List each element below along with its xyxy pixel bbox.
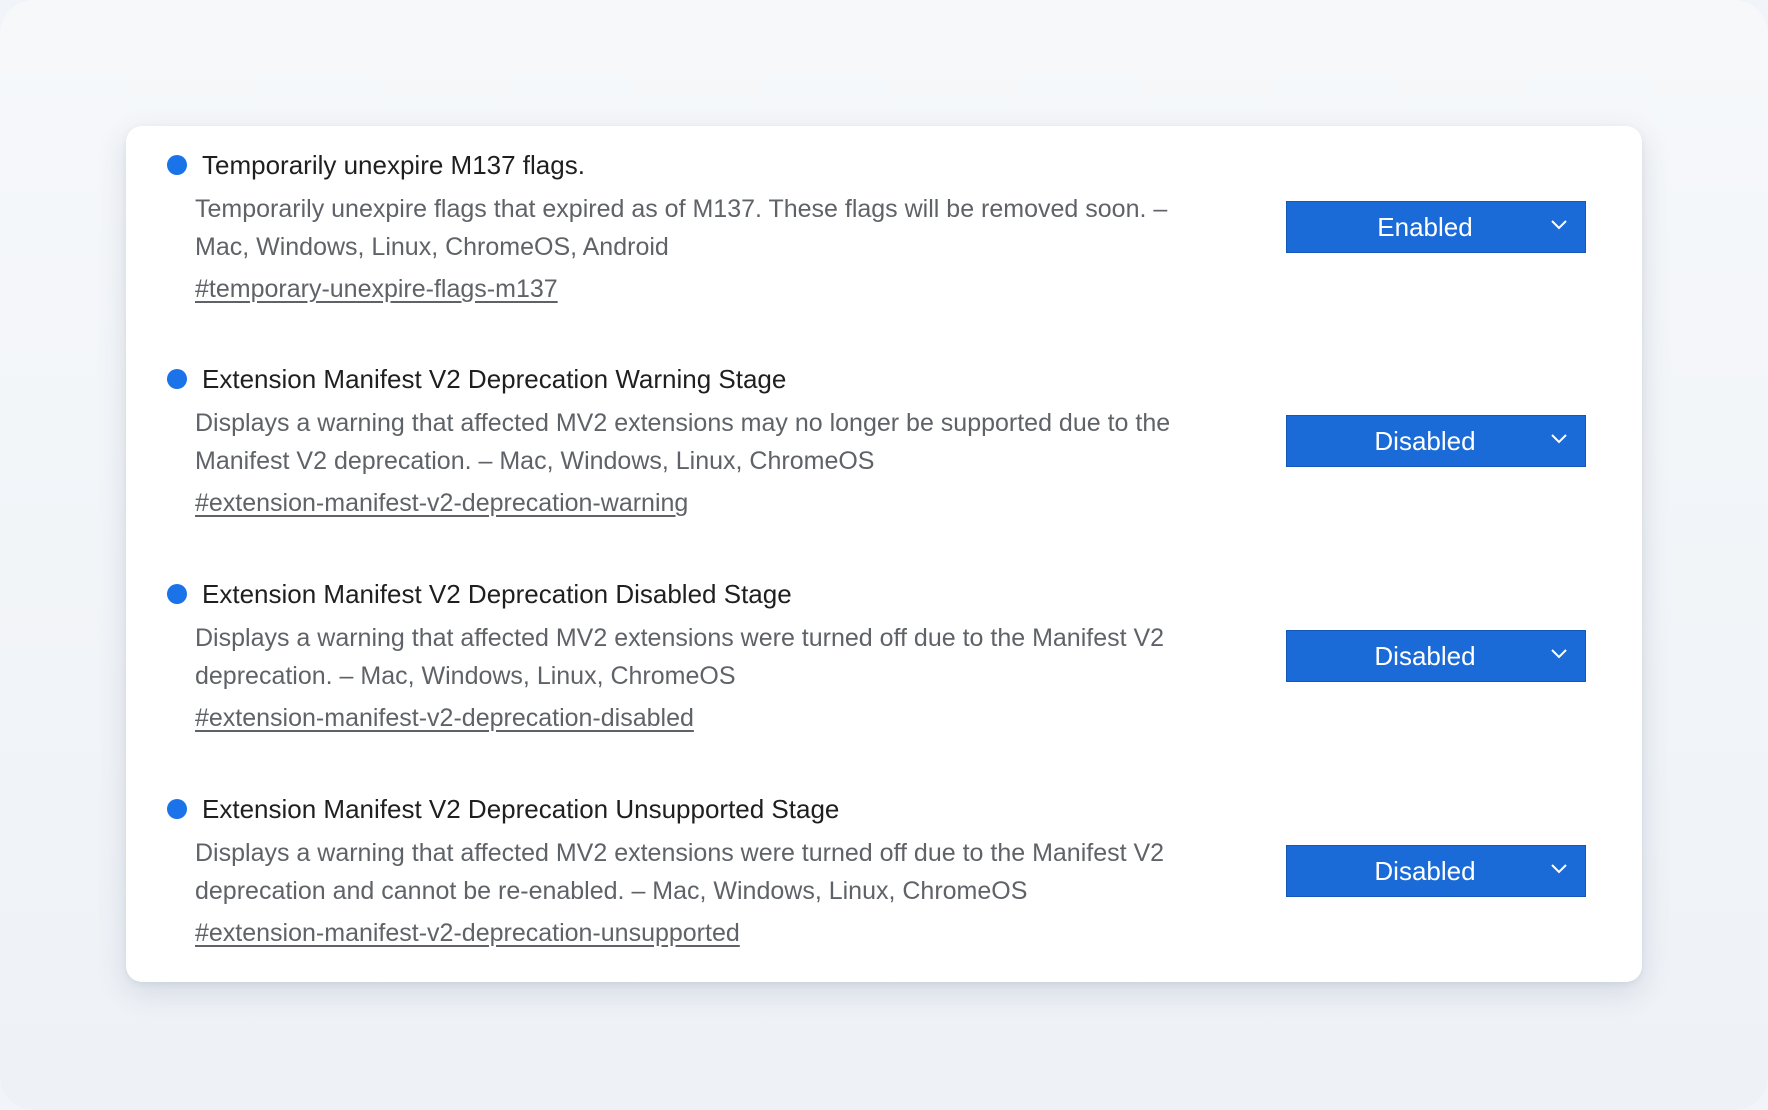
- flag-state-select[interactable]: Enabled: [1286, 201, 1586, 253]
- flag-description: Temporarily unexpire flags that expired …: [195, 195, 1168, 261]
- flag-state-select[interactable]: Disabled: [1286, 415, 1586, 467]
- flag-state-select[interactable]: Disabled: [1286, 845, 1586, 897]
- flag-link[interactable]: #temporary-unexpire-flags-m137: [195, 272, 558, 306]
- flag-state-select[interactable]: Disabled: [1286, 630, 1586, 682]
- chevron-down-icon: [1551, 220, 1567, 230]
- flag-state-value: Enabled: [1377, 212, 1473, 242]
- flag-item-mv2-deprecation-unsupported: Extension Manifest V2 Deprecation Unsupp…: [126, 770, 1642, 950]
- flag-title: Temporarily unexpire M137 flags.: [202, 150, 585, 180]
- chevron-down-icon: [1551, 864, 1567, 874]
- flag-state-value: Disabled: [1374, 426, 1476, 456]
- flag-item-mv2-deprecation-warning: Extension Manifest V2 Deprecation Warnin…: [126, 340, 1642, 520]
- flag-description: Displays a warning that affected MV2 ext…: [195, 624, 1165, 690]
- chevron-down-icon: [1551, 434, 1567, 444]
- chevron-down-icon: [1551, 649, 1567, 659]
- flag-link[interactable]: #extension-manifest-v2-deprecation-warni…: [195, 486, 688, 520]
- blue-dot-icon: [167, 155, 187, 175]
- flag-item-temporary-unexpire-m137: Temporarily unexpire M137 flags. Tempora…: [126, 126, 1642, 306]
- flag-link[interactable]: #extension-manifest-v2-deprecation-unsup…: [195, 916, 740, 950]
- flags-panel: Temporarily unexpire M137 flags. Tempora…: [126, 126, 1642, 982]
- flag-title: Extension Manifest V2 Deprecation Unsupp…: [202, 794, 840, 824]
- flag-link[interactable]: #extension-manifest-v2-deprecation-disab…: [195, 701, 694, 735]
- flag-title: Extension Manifest V2 Deprecation Warnin…: [202, 364, 787, 394]
- blue-dot-icon: [167, 369, 187, 389]
- flag-description: Displays a warning that affected MV2 ext…: [195, 409, 1171, 475]
- flag-title: Extension Manifest V2 Deprecation Disabl…: [202, 579, 792, 609]
- blue-dot-icon: [167, 799, 187, 819]
- blue-dot-icon: [167, 584, 187, 604]
- flag-description: Displays a warning that affected MV2 ext…: [195, 839, 1165, 905]
- flag-item-mv2-deprecation-disabled: Extension Manifest V2 Deprecation Disabl…: [126, 555, 1642, 735]
- flag-state-value: Disabled: [1374, 856, 1476, 886]
- flag-state-value: Disabled: [1374, 641, 1476, 671]
